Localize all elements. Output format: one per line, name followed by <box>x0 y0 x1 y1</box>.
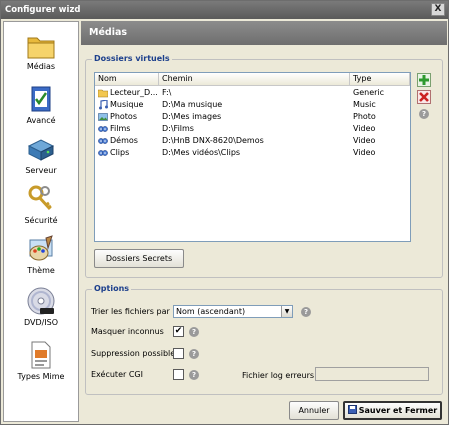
sidebar: Médias Avancé Serveur Sécurité Thème DVD… <box>3 21 79 422</box>
sort-label: Trier les fichiers par <box>91 307 170 316</box>
row-type: Video <box>353 124 376 133</box>
delete-label: Suppression possible <box>91 349 176 358</box>
folder-icon <box>27 37 55 59</box>
remove-folder-icon[interactable] <box>417 90 431 104</box>
help-icon[interactable]: ? <box>189 349 199 359</box>
close-icon: X <box>434 4 442 14</box>
table-row[interactable]: Musique D:\Ma musique Music <box>95 99 410 111</box>
sidebar-item-dvd-iso[interactable]: DVD/ISO <box>4 286 78 327</box>
table-row[interactable]: Clips D:\Mes vidéos\Clips Video <box>95 147 410 159</box>
dvd-icon <box>27 287 55 315</box>
options-title: Options <box>92 284 132 293</box>
log-file-input[interactable] <box>315 367 429 381</box>
help-icon[interactable]: ? <box>189 370 199 380</box>
save-icon <box>347 405 357 414</box>
save-close-label: Sauver et Fermer <box>358 406 438 415</box>
row-type: Video <box>353 148 376 157</box>
table-row[interactable]: Films D:\Films Video <box>95 123 410 135</box>
row-name: Lecteur_D... <box>110 88 158 97</box>
row-name: Musique <box>110 100 144 109</box>
column-header-name[interactable]: Nom <box>95 73 159 86</box>
page-title: Médias <box>81 21 447 45</box>
row-type: Video <box>353 136 376 145</box>
column-header-type[interactable]: Type <box>350 73 410 86</box>
delete-checkbox[interactable] <box>173 348 184 359</box>
sidebar-item-avance[interactable]: Avancé <box>4 84 78 125</box>
cgi-checkbox[interactable] <box>173 369 184 380</box>
cgi-label: Exécuter CGI <box>91 370 143 379</box>
sidebar-item-theme[interactable]: Thème <box>4 234 78 275</box>
row-path: D:\Films <box>162 124 194 133</box>
sidebar-item-label: Sécurité <box>24 216 58 225</box>
sort-select-value: Nom (ascendant) <box>176 307 246 316</box>
cancel-button[interactable]: Annuler <box>289 401 339 420</box>
sidebar-item-label: Thème <box>27 266 55 275</box>
sidebar-item-medias[interactable]: Médias <box>4 32 78 71</box>
help-icon[interactable]: ? <box>189 327 199 337</box>
palette-icon <box>29 235 53 261</box>
row-path: D:\Mes vidéos\Clips <box>162 148 241 157</box>
log-file-label: Fichier log erreurs <box>242 371 315 380</box>
config-window: Configurer wizd X Médias Avancé Serveur … <box>0 0 449 425</box>
virtual-folders-title: Dossiers virtuels <box>92 54 172 63</box>
column-header-path[interactable]: Chemin <box>159 73 350 86</box>
close-button[interactable]: X <box>431 3 445 16</box>
keys-icon <box>28 185 52 211</box>
row-path: F:\ <box>162 88 172 97</box>
row-name: Films <box>110 124 131 133</box>
sidebar-item-types-mime[interactable]: Types Mime <box>4 340 78 381</box>
server-icon <box>27 139 55 161</box>
sidebar-item-label: DVD/ISO <box>23 318 59 327</box>
sort-select[interactable]: Nom (ascendant) ▼ <box>173 305 293 318</box>
row-path: D:\HnB DNX-8620\Demos <box>162 136 264 145</box>
table-row[interactable]: Lecteur_D... F:\ Generic <box>95 87 410 99</box>
add-folder-icon[interactable] <box>417 73 431 87</box>
row-name: Clips <box>110 148 130 157</box>
checkmark-icon: ✔ <box>174 326 183 336</box>
row-name: Démos <box>110 136 138 145</box>
sidebar-item-label: Médias <box>26 62 56 71</box>
help-icon[interactable]: ? <box>301 307 311 317</box>
sidebar-item-label: Avancé <box>26 116 56 125</box>
document-icon <box>31 341 51 369</box>
row-name: Photos <box>110 112 137 121</box>
save-close-button[interactable]: Sauver et Fermer <box>343 401 442 420</box>
table-row[interactable]: Photos D:\Mes images Photo <box>95 111 410 123</box>
row-path: D:\Ma musique <box>162 100 223 109</box>
row-type: Photo <box>353 112 376 121</box>
checklist-icon <box>31 86 51 112</box>
row-type: Generic <box>353 88 385 97</box>
chevron-down-icon[interactable]: ▼ <box>281 306 292 317</box>
row-path: D:\Mes images <box>162 112 222 121</box>
sidebar-item-serveur[interactable]: Serveur <box>4 134 78 175</box>
help-icon[interactable]: ? <box>419 109 429 119</box>
table-row[interactable]: Démos D:\HnB DNX-8620\Demos Video <box>95 135 410 147</box>
sidebar-item-label: Serveur <box>25 166 57 175</box>
row-type: Music <box>353 100 376 109</box>
folders-listview[interactable]: Nom Chemin Type Lecteur_D... F:\ Generic… <box>94 72 411 242</box>
secret-folders-button[interactable]: Dossiers Secrets <box>94 249 184 268</box>
sidebar-item-label: Types Mime <box>17 372 65 381</box>
hide-unknown-checkbox[interactable]: ✔ <box>173 326 184 337</box>
window-title: Configurer wizd <box>5 5 81 15</box>
hide-unknown-label: Masquer inconnus <box>91 327 164 336</box>
sidebar-item-securite[interactable]: Sécurité <box>4 184 78 225</box>
main-panel: Médias Dossiers virtuels Nom Chemin Type… <box>81 21 447 422</box>
title-bar: Configurer wizd X <box>1 1 448 19</box>
